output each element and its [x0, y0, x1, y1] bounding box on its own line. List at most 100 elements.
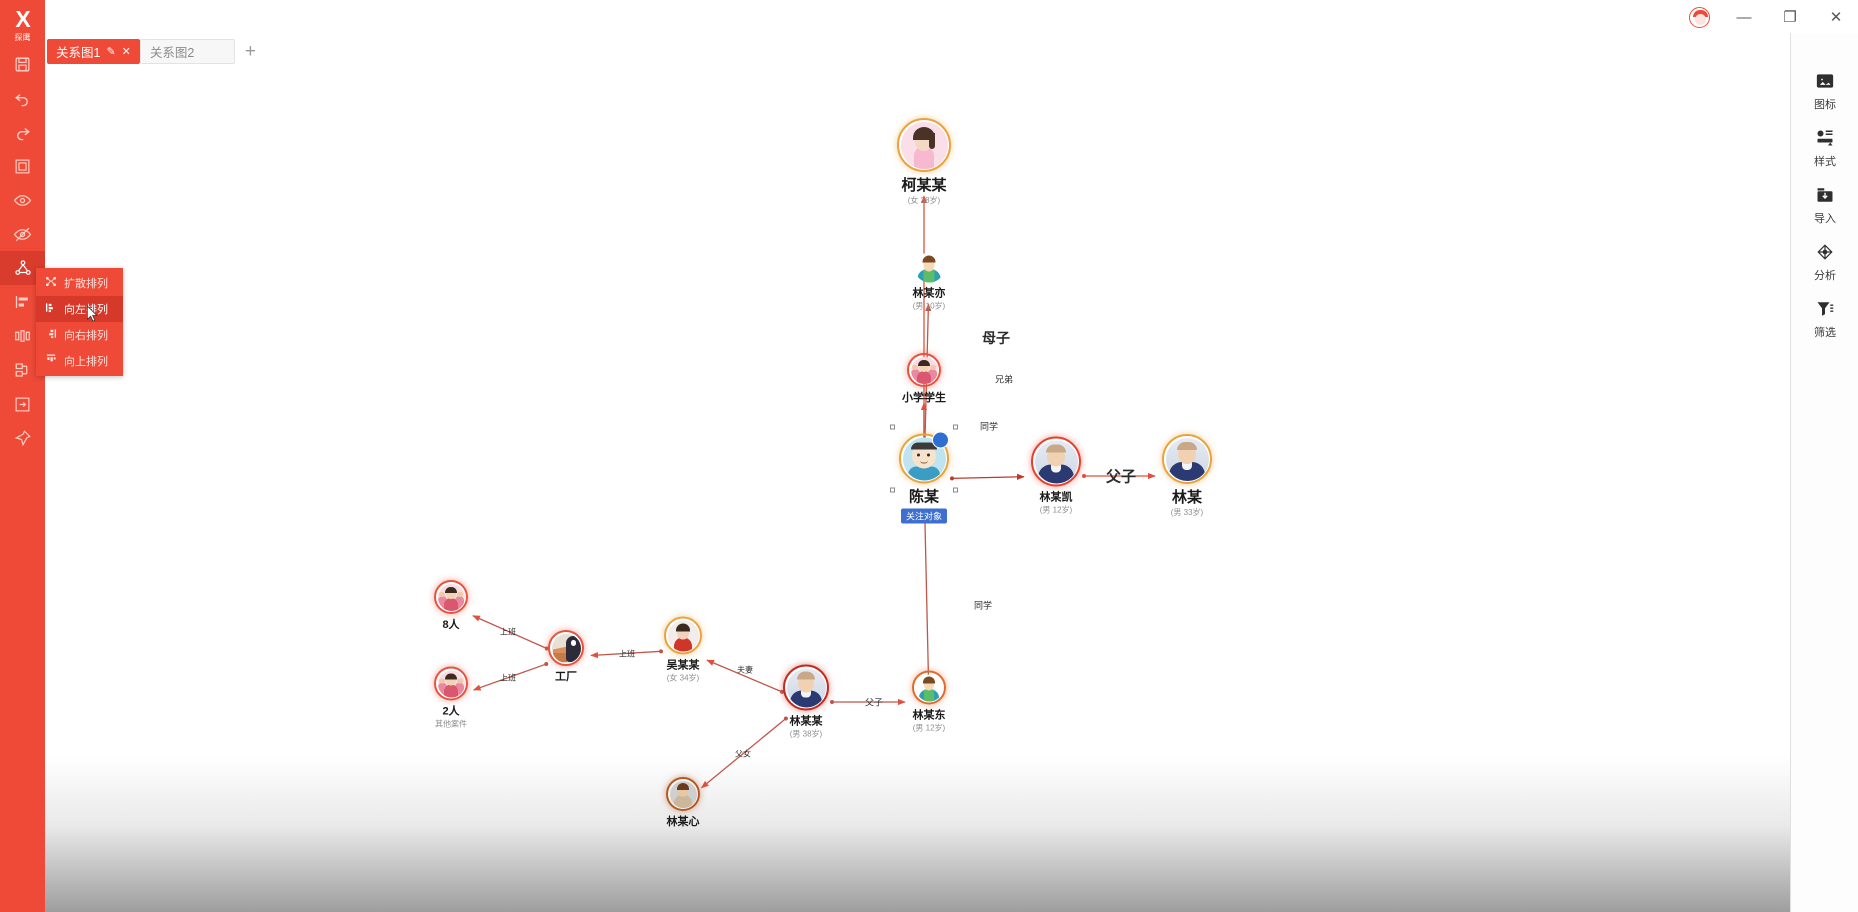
layout-0-icon: [45, 276, 57, 290]
node-avatar: [1034, 440, 1078, 483]
edit-icon[interactable]: ✎: [106, 45, 115, 58]
style-panel[interactable]: 样式: [1791, 120, 1858, 177]
node-sub-label: (男 38岁): [789, 729, 823, 739]
graph-layer: 母子 兄弟 同学 父子 同学 上班 上班 上班 夫妻 父子 父女 柯某某 (女 38岁) 林某亦 (男 …: [45, 66, 1790, 912]
close-icon[interactable]: ✕: [122, 45, 131, 58]
graph-edge-lindong-chen[interactable]: [921, 510, 930, 683]
undo-icon[interactable]: [0, 81, 45, 115]
frame-icon[interactable]: [0, 149, 45, 183]
node-avatar-ring: [914, 252, 944, 283]
import-panel[interactable]: 导入: [1791, 177, 1858, 234]
context-menu-item-label: 扩散排列: [64, 278, 108, 290]
edge-origin-dot: [949, 476, 954, 481]
maximize-button[interactable]: ❐: [1778, 5, 1802, 29]
graph-edge-wu-factory[interactable]: [590, 650, 662, 659]
node-avatar-ring: [666, 777, 700, 811]
import-panel-label: 导入: [1814, 212, 1836, 225]
node-status-badge: 关注对象: [900, 508, 947, 524]
graph-canvas[interactable]: 母子 兄弟 同学 父子 同学 上班 上班 上班 夫妻 父子 父女 柯某某 (女 38岁) 林某亦 (男 …: [45, 66, 1790, 912]
graph-edge-factory-p2[interactable]: [472, 663, 547, 691]
graph-node-p2[interactable]: 2人 其他案件: [434, 666, 468, 730]
edge-label-factory-p2: 上班: [500, 673, 516, 683]
tab-relationship-graph-2[interactable]: 关系图2: [139, 39, 235, 64]
graph-node-student[interactable]: 小学学生: [902, 353, 946, 405]
export-icon[interactable]: [0, 387, 45, 421]
node-avatar-ring: [434, 666, 468, 701]
app-logo: X 探鹰: [0, 7, 45, 43]
logo-label: 探鹰: [14, 33, 31, 42]
edge-label-linxx-wu: 夫妻: [737, 665, 753, 675]
graph-node-lin[interactable]: 林某 (男 33岁): [1162, 434, 1212, 518]
graph-node-wu[interactable]: 吴某某 (女 34岁): [664, 616, 702, 684]
node-sub-label: (男 12岁): [912, 723, 946, 733]
right-toolbar: 图标 样式导入分析筛选: [1790, 33, 1858, 912]
graph-node-lindong[interactable]: 林某东 (男 12岁): [912, 670, 946, 734]
graph-edge-linxx-wu[interactable]: [706, 659, 783, 693]
icon-panel[interactable]: 图标: [1791, 63, 1858, 120]
add-tab-button[interactable]: +: [235, 42, 266, 61]
graph-node-linyiyi[interactable]: 林某亦 (男 10岁): [912, 252, 946, 312]
title-bar: — ❐ ✕: [45, 0, 1858, 33]
close-button[interactable]: ✕: [1824, 5, 1848, 29]
graph-node-p8[interactable]: 8人: [434, 580, 468, 632]
icon-panel-icon: [1816, 72, 1834, 93]
left-toolbar: X 探鹰: [0, 0, 45, 912]
context-menu-item-3[interactable]: 向上排列: [36, 348, 123, 374]
node-sub-label: (男 12岁): [1039, 505, 1073, 515]
redo-icon[interactable]: [0, 115, 45, 149]
graph-node-factory[interactable]: 工厂: [548, 630, 584, 684]
node-name-label: 工厂: [555, 671, 577, 683]
layout-3-icon: [45, 354, 57, 368]
pin-icon[interactable]: [0, 421, 45, 455]
node-name-label: 林某凯: [1039, 491, 1073, 504]
edge-origin-dot: [830, 700, 834, 704]
graph-node-linkai[interactable]: 林某凯 (男 12岁): [1031, 436, 1081, 516]
node-avatar: [915, 674, 943, 701]
context-menu-item-2[interactable]: 向右排列: [36, 322, 123, 348]
filter-panel-icon: [1816, 300, 1834, 321]
analysis-panel[interactable]: 分析: [1791, 234, 1858, 291]
node-name-label: 吴某某: [666, 659, 700, 672]
graph-edge-chen-linkai[interactable]: [951, 473, 1025, 481]
node-sub-label: (女 38岁): [907, 196, 941, 205]
tab-strip: 关系图1 ✎ ✕ 关系图2 +: [45, 38, 1790, 65]
graph-node-linxin[interactable]: 林某心: [666, 777, 700, 829]
edge-label-chen-student: 同学: [979, 421, 999, 432]
application-window: — ❐ ✕ X 探鹰 关系图1 ✎ ✕ 关系图2 + 母子 兄弟 同学 父子 同…: [0, 0, 1858, 912]
node-name-label: 柯某某: [901, 177, 947, 194]
analysis-panel-label: 分析: [1814, 269, 1836, 282]
graph-node-ke[interactable]: 柯某某 (女 38岁): [897, 118, 951, 206]
layout-2-icon: [45, 328, 57, 342]
context-menu-item-1[interactable]: 向左排列: [36, 296, 123, 322]
graph-edge-factory-p8[interactable]: [472, 615, 548, 650]
window-controls: — ❐ ✕: [1689, 4, 1848, 30]
node-avatar: [1165, 437, 1209, 481]
context-menu-item-0[interactable]: 扩散排列: [36, 270, 123, 296]
user-avatar-icon[interactable]: [1689, 6, 1710, 28]
eye-icon[interactable]: [0, 183, 45, 217]
context-menu-item-label: 向左排列: [64, 304, 108, 316]
context-menu-item-label: 向右排列: [64, 330, 108, 342]
tab-label: 关系图1: [56, 46, 101, 60]
node-sub-label: (女 34岁): [666, 673, 700, 683]
edge-label-chen-linyiyi: 兄弟: [994, 374, 1014, 385]
edge-label-lindong-chen: 同学: [973, 600, 993, 611]
tab-relationship-graph-1[interactable]: 关系图1 ✎ ✕: [47, 39, 140, 64]
filter-panel[interactable]: 筛选: [1791, 291, 1858, 348]
node-name-label: 林某东: [912, 709, 946, 722]
minimize-button[interactable]: —: [1732, 5, 1756, 29]
graph-edge-linxx-linxin[interactable]: [700, 717, 787, 789]
node-sub-label: (男 33岁): [1170, 508, 1204, 517]
logo-mark: X: [15, 6, 30, 32]
node-name-label: 陈某: [908, 488, 939, 506]
graph-node-linxx[interactable]: 林某某 (男 38岁): [783, 664, 829, 740]
node-avatar: [910, 356, 938, 384]
edge-label-wu-factory: 上班: [619, 649, 635, 659]
graph-node-chen[interactable]: 陈某 关注对象: [890, 424, 958, 525]
node-avatar: [786, 668, 826, 707]
eye-off-icon[interactable]: [0, 217, 45, 251]
node-avatar: [437, 670, 465, 697]
node-avatar: [900, 121, 948, 169]
save-icon[interactable]: [0, 47, 45, 81]
node-name-label: 林某亦: [912, 287, 946, 300]
